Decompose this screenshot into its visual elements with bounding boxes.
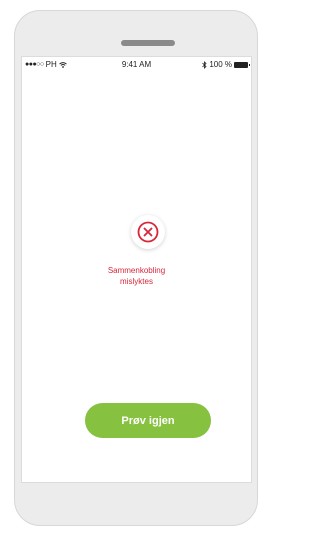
bluetooth-icon [202, 60, 207, 69]
close-icon [137, 221, 159, 243]
status-bar: ●●●○○ PH 9:41 AM 100 % [22, 57, 251, 71]
battery-group: 100 % [202, 60, 250, 69]
error-message-line1: Sammenkobling [107, 266, 166, 275]
error-message: Sammenkobling mislyktes [22, 265, 251, 287]
error-status-icon [131, 215, 165, 249]
phone-speaker [121, 40, 175, 46]
retry-button[interactable]: Prøv igjen [85, 403, 211, 438]
battery-percent: 100 % [209, 60, 232, 69]
error-message-line2: mislyktes [120, 277, 153, 286]
phone-screen: ●●●○○ PH 9:41 AM 100 % Sammenkobling mis… [21, 56, 252, 483]
battery-icon [234, 61, 250, 68]
